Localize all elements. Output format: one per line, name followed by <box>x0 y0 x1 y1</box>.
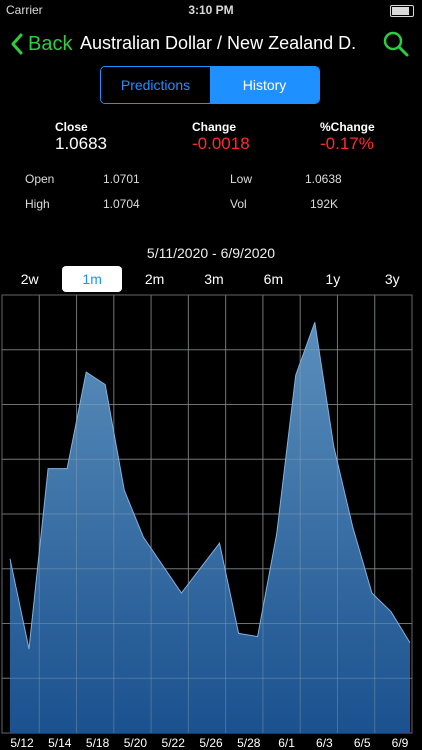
date-range: 5/11/2020 - 6/9/2020 <box>146 245 276 261</box>
x-tick-label: 6/3 <box>316 736 333 750</box>
nav-bar: Back Australian Dollar / New Zealand D..… <box>0 22 422 66</box>
chevron-left-icon <box>11 33 23 55</box>
x-tick-label: 6/9 <box>392 736 409 750</box>
x-tick-label: 5/26 <box>199 736 223 750</box>
x-tick-label: 5/20 <box>124 736 148 750</box>
period-1m[interactable]: 1m <box>62 266 122 292</box>
high-label: High <box>25 197 50 211</box>
page-title: Australian Dollar / New Zealand D... <box>80 33 355 53</box>
x-tick-label: 5/22 <box>162 736 186 750</box>
search-icon[interactable] <box>382 30 410 58</box>
history-chart: 5/12 5/14 5/18 5/20 5/22 5/26 5/28 6/1 6/3 6/5 6/9 <box>1 294 413 750</box>
tab-history[interactable]: History <box>210 67 319 103</box>
tab-predictions[interactable]: Predictions <box>101 67 210 103</box>
period-2m[interactable]: 2m <box>125 265 184 293</box>
x-tick-label: 5/14 <box>48 736 72 750</box>
x-tick-label: 5/12 <box>10 736 34 750</box>
vol-label: Vol <box>230 197 247 211</box>
period-1y[interactable]: 1y <box>303 265 362 293</box>
open-value: 1.0701 <box>103 172 140 186</box>
x-tick-label: 6/1 <box>278 736 295 750</box>
close-label: Close <box>55 120 88 134</box>
close-value: 1.0683 <box>55 134 107 153</box>
view-segmented-control: Predictions History <box>100 66 320 104</box>
vol-value: 192K <box>310 197 339 211</box>
pct-change-label: %Change <box>320 120 375 134</box>
x-tick-label: 6/5 <box>354 736 371 750</box>
period-6m[interactable]: 6m <box>244 265 303 293</box>
high-value: 1.0704 <box>103 197 140 211</box>
open-label: Open <box>25 172 55 186</box>
change-value: -0.0018 <box>192 134 250 153</box>
back-button[interactable]: Back <box>10 30 72 58</box>
low-value: 1.0638 <box>305 172 342 186</box>
x-tick-label: 5/18 <box>86 736 110 750</box>
change-label: Change <box>192 120 237 134</box>
x-tick-label: 5/28 <box>237 736 261 750</box>
period-3m[interactable]: 3m <box>184 265 243 293</box>
period-3y[interactable]: 3y <box>363 265 422 293</box>
status-bar: Carrier 3:10 PM <box>0 0 422 22</box>
period-2w[interactable]: 2w <box>0 265 59 293</box>
period-selector: 2w 1m 2m 3m 6m 1y 3y <box>0 265 422 293</box>
back-label: Back <box>28 32 73 55</box>
low-label: Low <box>230 172 253 186</box>
battery-icon <box>390 5 414 17</box>
pct-change-value: -0.17% <box>320 134 374 153</box>
clock: 3:10 PM <box>188 3 234 17</box>
